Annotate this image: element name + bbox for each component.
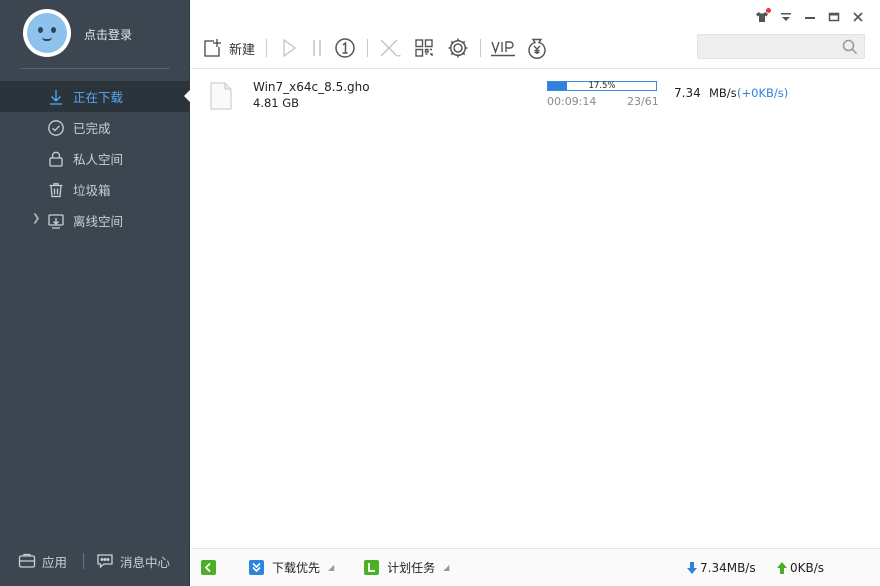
- sidebar: 点击登录 正在下载 已完成 私人空间 垃圾箱 ❯ 离线空间 应用 消息中心: [0, 0, 190, 586]
- toolbar-divider: [191, 68, 880, 69]
- sidebar-item-label: 离线空间: [73, 214, 124, 229]
- arrow-up-icon: [777, 562, 787, 574]
- upload-speed-value: 0KB/s: [790, 561, 825, 575]
- download-priority-button[interactable]: 下载优先 ◢: [249, 559, 334, 576]
- elapsed-time: 00:09:14: [547, 95, 597, 108]
- apps-icon: [18, 553, 36, 568]
- layout-button[interactable]: [407, 33, 441, 63]
- menu-dropdown-icon: [781, 13, 791, 21]
- toolbar: 新建: [191, 33, 554, 63]
- message-center-button[interactable]: 消息中心: [96, 552, 170, 571]
- vip-button[interactable]: [486, 33, 520, 63]
- check-circle-icon: [46, 118, 66, 138]
- dropdown-triangle-icon: ◢: [328, 563, 335, 572]
- sidebar-item-label: 已完成: [73, 121, 111, 136]
- skin-button[interactable]: [750, 7, 774, 27]
- download-arrow-icon: [46, 87, 66, 107]
- toolbar-separator: [367, 39, 368, 57]
- offline-download-icon: [46, 211, 66, 231]
- priority-label: 下载优先: [272, 561, 321, 575]
- money-button[interactable]: [520, 33, 554, 63]
- minimize-icon: [805, 17, 815, 19]
- new-task-button[interactable]: 新建: [191, 33, 261, 63]
- notification-dot: [766, 8, 771, 13]
- sidebar-item-downloading[interactable]: 正在下载: [0, 81, 190, 112]
- chevron-right-icon[interactable]: ❯: [32, 213, 40, 224]
- toolbar-separator: [266, 39, 267, 57]
- settings-button[interactable]: [441, 33, 475, 63]
- download-speed: 7.34: [674, 86, 701, 100]
- sidebar-item-label: 私人空间: [73, 152, 124, 167]
- sidebar-item-label: 垃圾箱: [73, 183, 111, 198]
- arrow-down-icon: [687, 562, 697, 574]
- lock-icon: [46, 149, 66, 169]
- avatar-face-icon: [27, 13, 67, 53]
- scheduled-task-button[interactable]: 计划任务 ◢: [364, 559, 449, 576]
- file-icon: [210, 82, 232, 110]
- menu-button[interactable]: [774, 7, 798, 27]
- progress-percent: 17.5%: [588, 81, 616, 91]
- minimize-button[interactable]: [798, 7, 822, 27]
- progress-bar: 17.5%: [547, 81, 657, 91]
- download-speed-unit: MB/s: [709, 86, 737, 100]
- status-bar: 下载优先 ◢ 计划任务 ◢ 7.34MB/s 0KB/s: [191, 548, 880, 586]
- pause-icon: [313, 40, 321, 56]
- maximize-button[interactable]: [822, 7, 846, 27]
- search-box[interactable]: [697, 34, 865, 59]
- priority-icon: [249, 560, 264, 575]
- total-download-speed: 7.34MB/s: [687, 561, 756, 575]
- chevron-left-icon: [201, 560, 216, 575]
- chat-bubble-icon: [97, 554, 113, 569]
- message-center-label: 消息中心: [120, 554, 171, 570]
- start-button[interactable]: [272, 33, 306, 63]
- avatar[interactable]: [23, 9, 71, 57]
- one-at-a-time-icon: [335, 38, 355, 58]
- window-controls: [750, 7, 870, 27]
- vip-icon: [491, 41, 515, 57]
- delete-button[interactable]: [373, 33, 407, 63]
- sidebar-item-offline-space[interactable]: ❯ 离线空间: [0, 205, 190, 236]
- apps-button[interactable]: 应用: [18, 552, 67, 571]
- search-input[interactable]: [698, 35, 836, 58]
- speed-boost: (+0KB/s): [737, 86, 789, 100]
- scheduled-task-label: 计划任务: [387, 561, 436, 575]
- file-name: Win7_x64c_8.5.gho: [253, 80, 370, 94]
- close-icon: [853, 12, 863, 22]
- sidebar-item-label: 正在下载: [73, 90, 124, 105]
- dropdown-triangle-icon: ◢: [443, 563, 450, 572]
- sidebar-item-private-space[interactable]: 私人空间: [0, 143, 190, 174]
- pause-button[interactable]: [306, 33, 328, 63]
- piece-count: 23/61: [627, 95, 659, 108]
- clock-icon: [364, 560, 380, 575]
- settings-icon: [448, 38, 468, 58]
- total-upload-speed: 0KB/s: [777, 561, 824, 575]
- grid-icon: [415, 39, 433, 57]
- download-speed-value: 7.34MB/s: [700, 561, 756, 575]
- play-icon: [283, 38, 297, 58]
- download-row[interactable]: Win7_x64c_8.5.gho 4.81 GB 17.5% 00:09:14…: [191, 70, 880, 118]
- delete-icon: [380, 39, 401, 57]
- apps-label: 应用: [42, 554, 68, 570]
- sidebar-item-trash[interactable]: 垃圾箱: [0, 174, 190, 205]
- toolbar-separator: [480, 39, 481, 57]
- login-link[interactable]: 点击登录: [84, 26, 132, 43]
- sidebar-divider: [20, 68, 170, 69]
- file-size: 4.81 GB: [253, 96, 300, 110]
- money-bag-icon: [528, 38, 546, 59]
- new-file-icon: [204, 39, 221, 57]
- close-button[interactable]: [846, 7, 870, 27]
- sidebar-footer: 应用 消息中心: [0, 536, 190, 586]
- one-at-a-time-button[interactable]: [328, 33, 362, 63]
- new-task-label: 新建: [229, 42, 256, 58]
- search-icon: [842, 39, 858, 55]
- trash-icon: [46, 180, 66, 200]
- maximize-icon: [828, 12, 840, 22]
- footer-separator: [83, 553, 85, 569]
- sidebar-item-completed[interactable]: 已完成: [0, 112, 190, 143]
- sidebar-nav: 正在下载 已完成 私人空间 垃圾箱 ❯ 离线空间: [0, 81, 190, 236]
- collapse-sidebar-button[interactable]: [201, 560, 216, 575]
